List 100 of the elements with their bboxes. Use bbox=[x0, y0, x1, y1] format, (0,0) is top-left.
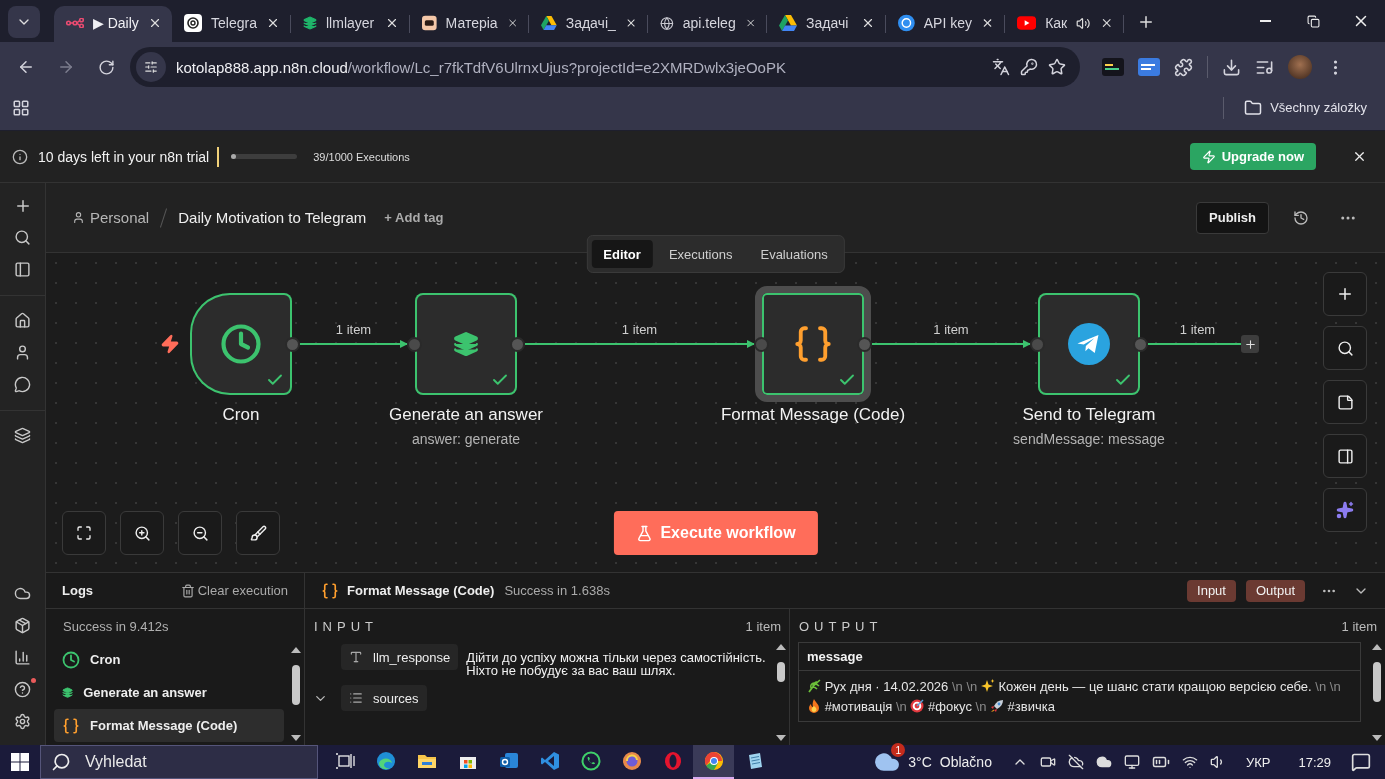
code-editor-icon bbox=[539, 751, 560, 771]
puzzle-icon[interactable] bbox=[1174, 57, 1193, 77]
workflow-node[interactable] bbox=[415, 293, 517, 395]
ai-assistant-button[interactable] bbox=[1323, 488, 1367, 532]
key-icon[interactable] bbox=[1020, 58, 1038, 76]
close-icon[interactable] bbox=[266, 16, 280, 30]
taskbar-search-bar[interactable]: Vyhledat bbox=[40, 745, 318, 779]
clear-execution-button[interactable]: Clear execution bbox=[180, 583, 288, 598]
project-link[interactable]: Personal bbox=[72, 209, 150, 226]
cloud-icon[interactable] bbox=[1095, 754, 1112, 770]
close-icon[interactable] bbox=[385, 16, 399, 30]
monitor-icon[interactable] bbox=[1123, 754, 1140, 770]
workflow-node[interactable] bbox=[190, 293, 292, 395]
search-icon[interactable] bbox=[13, 229, 31, 246]
browser-tab[interactable]: API key bbox=[886, 6, 1004, 42]
bolt-icon bbox=[1201, 149, 1216, 164]
workflow-node[interactable] bbox=[755, 286, 871, 402]
newline-escape: \n bbox=[975, 699, 987, 714]
extension-icon[interactable] bbox=[1102, 58, 1124, 76]
chart-icon[interactable] bbox=[13, 649, 31, 666]
field-name: sources bbox=[341, 685, 427, 711]
tab-search-button[interactable] bbox=[8, 6, 40, 38]
camera-icon[interactable] bbox=[1039, 754, 1056, 770]
browser-tab[interactable]: Как bbox=[1005, 6, 1123, 42]
field-name: llm_response bbox=[341, 644, 459, 670]
restore-icon bbox=[1306, 14, 1320, 28]
sliders-icon bbox=[144, 60, 158, 74]
cloud-off-icon[interactable] bbox=[1067, 754, 1084, 770]
plus-icon bbox=[1336, 285, 1354, 303]
browser-tab[interactable]: llmlayer bbox=[291, 6, 409, 42]
taskbar-app[interactable] bbox=[693, 745, 734, 779]
language-indicator[interactable]: УКР bbox=[1245, 754, 1271, 770]
leaf-icon bbox=[807, 679, 821, 693]
close-icon[interactable] bbox=[981, 16, 994, 30]
pane-heading: OUTPUT bbox=[799, 619, 883, 634]
layers-icon[interactable] bbox=[13, 427, 31, 444]
view-tab[interactable]: Executions bbox=[656, 240, 745, 268]
list-icon bbox=[349, 691, 363, 705]
package-icon[interactable] bbox=[13, 617, 31, 634]
extension-icon[interactable] bbox=[1138, 58, 1160, 76]
panel-toggle-button[interactable]: Input bbox=[1187, 579, 1236, 602]
log-entry[interactable]: Format Message (Code) bbox=[54, 709, 284, 742]
browser-tab[interactable]: Матеріа bbox=[410, 6, 528, 42]
address-bar[interactable]: kotolap888.app.n8n.cloud/workflow/Lc_r7fkTdfV6UlrnxUjus?projectId=e2XMRDwlx3jeOoPK bbox=[130, 47, 1080, 87]
view-tab[interactable]: Evaluations bbox=[748, 240, 840, 268]
translate-icon[interactable] bbox=[992, 58, 1010, 76]
browser-tab[interactable]: Задачі bbox=[767, 6, 885, 42]
browser-tab[interactable]: Telegra bbox=[172, 6, 290, 42]
cloud-icon[interactable] bbox=[13, 585, 31, 602]
browser-tab[interactable]: Задачі_ bbox=[529, 6, 647, 42]
apps-icon[interactable] bbox=[12, 98, 30, 117]
workflow-node[interactable] bbox=[1038, 293, 1140, 395]
history-icon[interactable] bbox=[1293, 209, 1309, 226]
item-count: 1 item bbox=[1341, 619, 1377, 634]
add-node-button[interactable] bbox=[1241, 335, 1259, 353]
usage-bar bbox=[231, 154, 298, 159]
close-icon[interactable] bbox=[1352, 149, 1367, 164]
sidebar-toggle-icon[interactable] bbox=[13, 261, 31, 278]
add-tag-button[interactable]: + Add tag bbox=[378, 209, 450, 226]
publish-button[interactable]: Publish bbox=[1196, 201, 1269, 234]
wifi-icon[interactable] bbox=[1181, 754, 1198, 770]
zoom-out-button[interactable] bbox=[178, 511, 222, 555]
notification-icon[interactable] bbox=[1351, 752, 1371, 772]
site-info-button[interactable] bbox=[136, 52, 166, 82]
star-icon[interactable] bbox=[1048, 58, 1066, 76]
settings-icon[interactable] bbox=[13, 713, 31, 730]
avatar[interactable] bbox=[1288, 55, 1312, 79]
panel-button[interactable] bbox=[1323, 434, 1367, 478]
clock-icon bbox=[220, 323, 262, 365]
search-field[interactable]: Vyhledat bbox=[83, 752, 283, 772]
zoom-in-button[interactable] bbox=[120, 511, 164, 555]
browser-tab[interactable]: ▶ Daily bbox=[54, 6, 172, 42]
tidy-up-button[interactable] bbox=[236, 511, 280, 555]
close-icon[interactable] bbox=[506, 16, 518, 30]
search-button[interactable] bbox=[1323, 326, 1367, 370]
sparkles-icon bbox=[1336, 501, 1354, 519]
chat-icon[interactable] bbox=[13, 376, 31, 393]
home-icon[interactable] bbox=[13, 312, 31, 329]
trash-icon bbox=[180, 583, 195, 598]
close-icon[interactable] bbox=[861, 16, 875, 30]
drive-icon bbox=[541, 15, 557, 31]
close-icon[interactable] bbox=[744, 16, 756, 30]
log-entry[interactable]: Generate an answer bbox=[54, 676, 284, 709]
notification-dot bbox=[30, 678, 36, 683]
download-icon[interactable] bbox=[1222, 57, 1241, 77]
log-entry[interactable]: Cron bbox=[54, 643, 284, 676]
field-value: Дійти до успіху можна тільки через самостійність. Ніхто не побудує за вас ваш шлях. bbox=[466, 649, 767, 677]
message-text: #звичка bbox=[1007, 699, 1055, 714]
view-tab[interactable]: Editor bbox=[591, 240, 653, 268]
add-node-button[interactable] bbox=[1323, 272, 1367, 316]
sticky-note-button[interactable] bbox=[1323, 380, 1367, 424]
temperature: 3°C bbox=[908, 754, 932, 770]
help-icon[interactable] bbox=[13, 681, 31, 698]
close-icon[interactable] bbox=[148, 16, 162, 30]
fit-view-button[interactable] bbox=[62, 511, 106, 555]
newline-escape: \n bbox=[951, 679, 963, 694]
all-bookmarks-button[interactable]: Všechny záložky bbox=[1238, 97, 1373, 118]
browser-tab[interactable]: api.teleg bbox=[648, 6, 766, 42]
panel-toggle-button[interactable]: Output bbox=[1245, 579, 1305, 602]
app-icon bbox=[422, 14, 437, 32]
